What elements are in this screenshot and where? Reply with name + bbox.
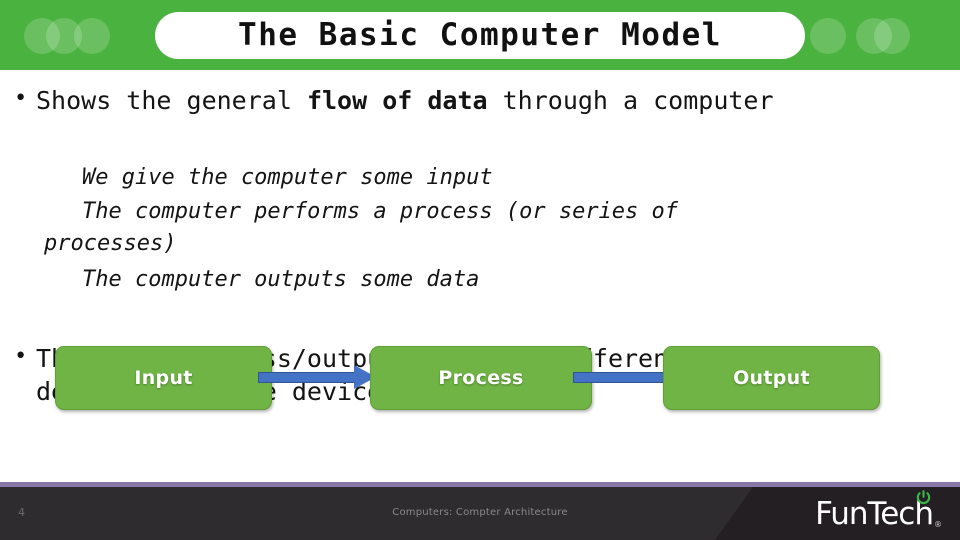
sub-bullet-process: The computer performs a process (or seri… xyxy=(44,196,872,261)
process-flow-diagram: Input Process Output xyxy=(0,346,960,418)
slide-body: • Shows the general flow of data through… xyxy=(0,70,960,480)
arrow-shaft xyxy=(258,372,358,383)
bullet-level1-first: • Shows the general flow of data through… xyxy=(14,84,814,117)
arrow-shaft xyxy=(573,372,673,383)
diagram-box-output[interactable]: Output xyxy=(663,346,880,410)
registered-mark-icon: ® xyxy=(934,520,942,529)
bullet-marker-icon: • xyxy=(14,86,28,111)
slide-footer: 4 Computers: Compter Architecture FunTec… xyxy=(0,487,960,540)
sub-bullet-output: The computer outputs some data xyxy=(82,267,480,292)
diagram-box-output-label: Output xyxy=(733,367,810,389)
bullet-level1-first-text: Shows the general flow of data through a… xyxy=(36,84,814,117)
bullet-one-suffix: through a computer xyxy=(487,86,774,115)
slide: The Basic Computer Model • Shows the gen… xyxy=(0,0,960,540)
power-symbol-icon xyxy=(916,490,931,505)
diagram-box-input-label: Input xyxy=(134,367,193,389)
diagram-box-input[interactable]: Input xyxy=(55,346,272,410)
diagram-box-process[interactable]: Process xyxy=(370,346,592,410)
header-decor-circle xyxy=(874,18,910,54)
arrow-input-to-process-icon xyxy=(258,365,378,389)
page-title: The Basic Computer Model xyxy=(238,17,722,53)
header-decor-circle xyxy=(74,18,110,54)
sub-bullet-input: We give the computer some input xyxy=(82,165,493,190)
title-pill: The Basic Computer Model xyxy=(155,12,805,59)
diagram-box-process-label: Process xyxy=(438,367,524,389)
sub-bullet-process-line2: processes) xyxy=(44,231,177,257)
bullet-one-prefix: Shows the general xyxy=(36,86,307,115)
header-decor-circle xyxy=(810,18,846,54)
bullet-one-bold: flow of data xyxy=(306,86,488,115)
sub-bullet-process-line1: The computer performs a process (or seri… xyxy=(82,199,679,224)
